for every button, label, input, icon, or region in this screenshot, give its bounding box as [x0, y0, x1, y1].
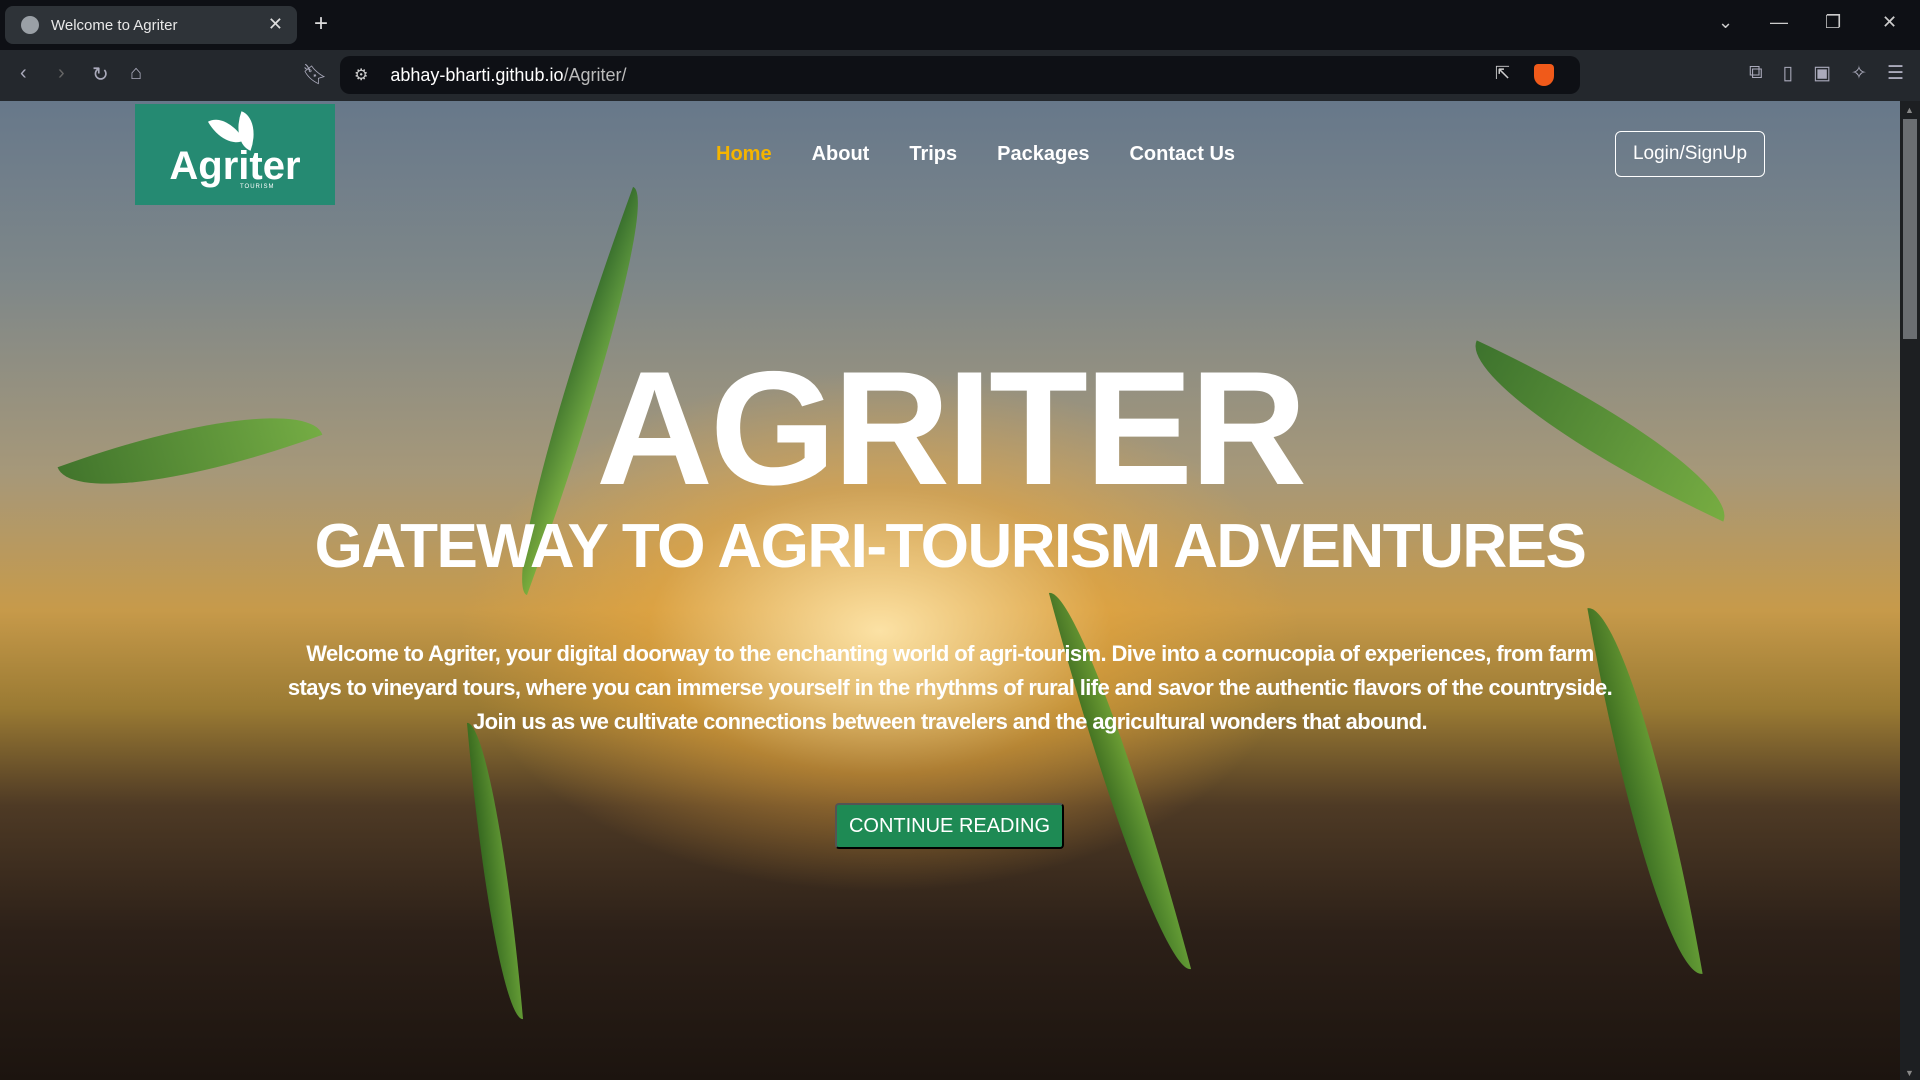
back-icon[interactable]: ‹ [20, 62, 27, 85]
brave-shields-icon[interactable] [1534, 64, 1554, 86]
browser-toolbar: ‹ › ↻ ⌂ 🔖︎ ⚙ abhay-bharti.github.io/Agri… [0, 50, 1920, 101]
leo-ai-icon[interactable]: ✧ [1851, 62, 1867, 85]
url-path: /Agriter/ [563, 64, 627, 85]
page-scrollbar[interactable]: ▲ ▼ [1900, 101, 1920, 1080]
bookmark-icon[interactable]: 🔖︎ [302, 62, 327, 87]
share-icon[interactable]: ⇱ [1495, 63, 1510, 84]
logo-tagline: TOURISM [240, 184, 275, 190]
scroll-down-icon[interactable]: ▼ [1905, 1068, 1914, 1078]
close-tab-icon[interactable]: ✕ [268, 14, 283, 35]
new-tab-icon[interactable]: + [314, 10, 328, 38]
site-settings-icon[interactable]: ⚙ [354, 65, 368, 85]
nav-trips[interactable]: Trips [909, 143, 957, 166]
hero-title: AGRITER [596, 338, 1307, 519]
agriter-logo[interactable]: Agriter TOURISM [135, 104, 335, 205]
nav-contact-us[interactable]: Contact Us [1129, 143, 1235, 166]
home-icon[interactable]: ⌂ [130, 62, 142, 85]
hero-description-line: Welcome to Agriter, your digital doorway… [306, 641, 1594, 666]
hero-description: Welcome to Agriter, your digital doorway… [0, 637, 1900, 739]
continue-reading-button[interactable]: CONTINUE READING [835, 803, 1064, 849]
forward-icon[interactable]: › [58, 62, 65, 85]
scrollbar-thumb[interactable] [1903, 119, 1917, 339]
url-host: abhay-bharti.github.io [390, 64, 564, 85]
login-signup-button[interactable]: Login/SignUp [1615, 131, 1765, 177]
minimize-icon[interactable]: — [1770, 12, 1788, 33]
hero-description-line: Join us as we cultivate connections betw… [472, 709, 1428, 734]
nav-packages[interactable]: Packages [997, 143, 1089, 166]
nav-about[interactable]: About [812, 143, 870, 166]
hero-description-line: stays to vineyard tours, where you can i… [287, 675, 1613, 700]
address-bar[interactable]: ⚙ abhay-bharti.github.io/Agriter/ ⇱ [340, 56, 1580, 94]
main-nav: Home About Trips Packages Contact Us [716, 143, 1235, 166]
globe-icon [21, 16, 39, 34]
nav-home[interactable]: Home [716, 143, 772, 166]
wallet-icon[interactable]: ▣ [1813, 62, 1831, 85]
scroll-up-icon[interactable]: ▲ [1905, 105, 1914, 115]
logo-brand: Agriter [169, 144, 301, 188]
sidebar-icon[interactable]: ▯ [1783, 62, 1793, 85]
hero-subtitle: GATEWAY TO AGRI-TOURISM ADVENTURES [314, 512, 1587, 581]
browser-tab[interactable]: Welcome to Agriter ✕ [5, 6, 297, 44]
corn-leaf-decoration [466, 720, 524, 1022]
tab-search-icon[interactable]: ⌄ [1718, 12, 1733, 33]
hero-section: Agriter TOURISM Home About Trips Package… [0, 101, 1900, 1080]
tab-title: Welcome to Agriter [51, 16, 178, 34]
menu-icon[interactable]: ☰ [1887, 62, 1904, 85]
reload-icon[interactable]: ↻ [92, 62, 109, 87]
extensions-icon[interactable]: ⧉ [1749, 62, 1763, 85]
tab-strip: Welcome to Agriter ✕ + ⌄ — ❐ ✕ [0, 0, 1920, 50]
restore-icon[interactable]: ❐ [1825, 12, 1841, 33]
close-window-icon[interactable]: ✕ [1882, 12, 1897, 33]
